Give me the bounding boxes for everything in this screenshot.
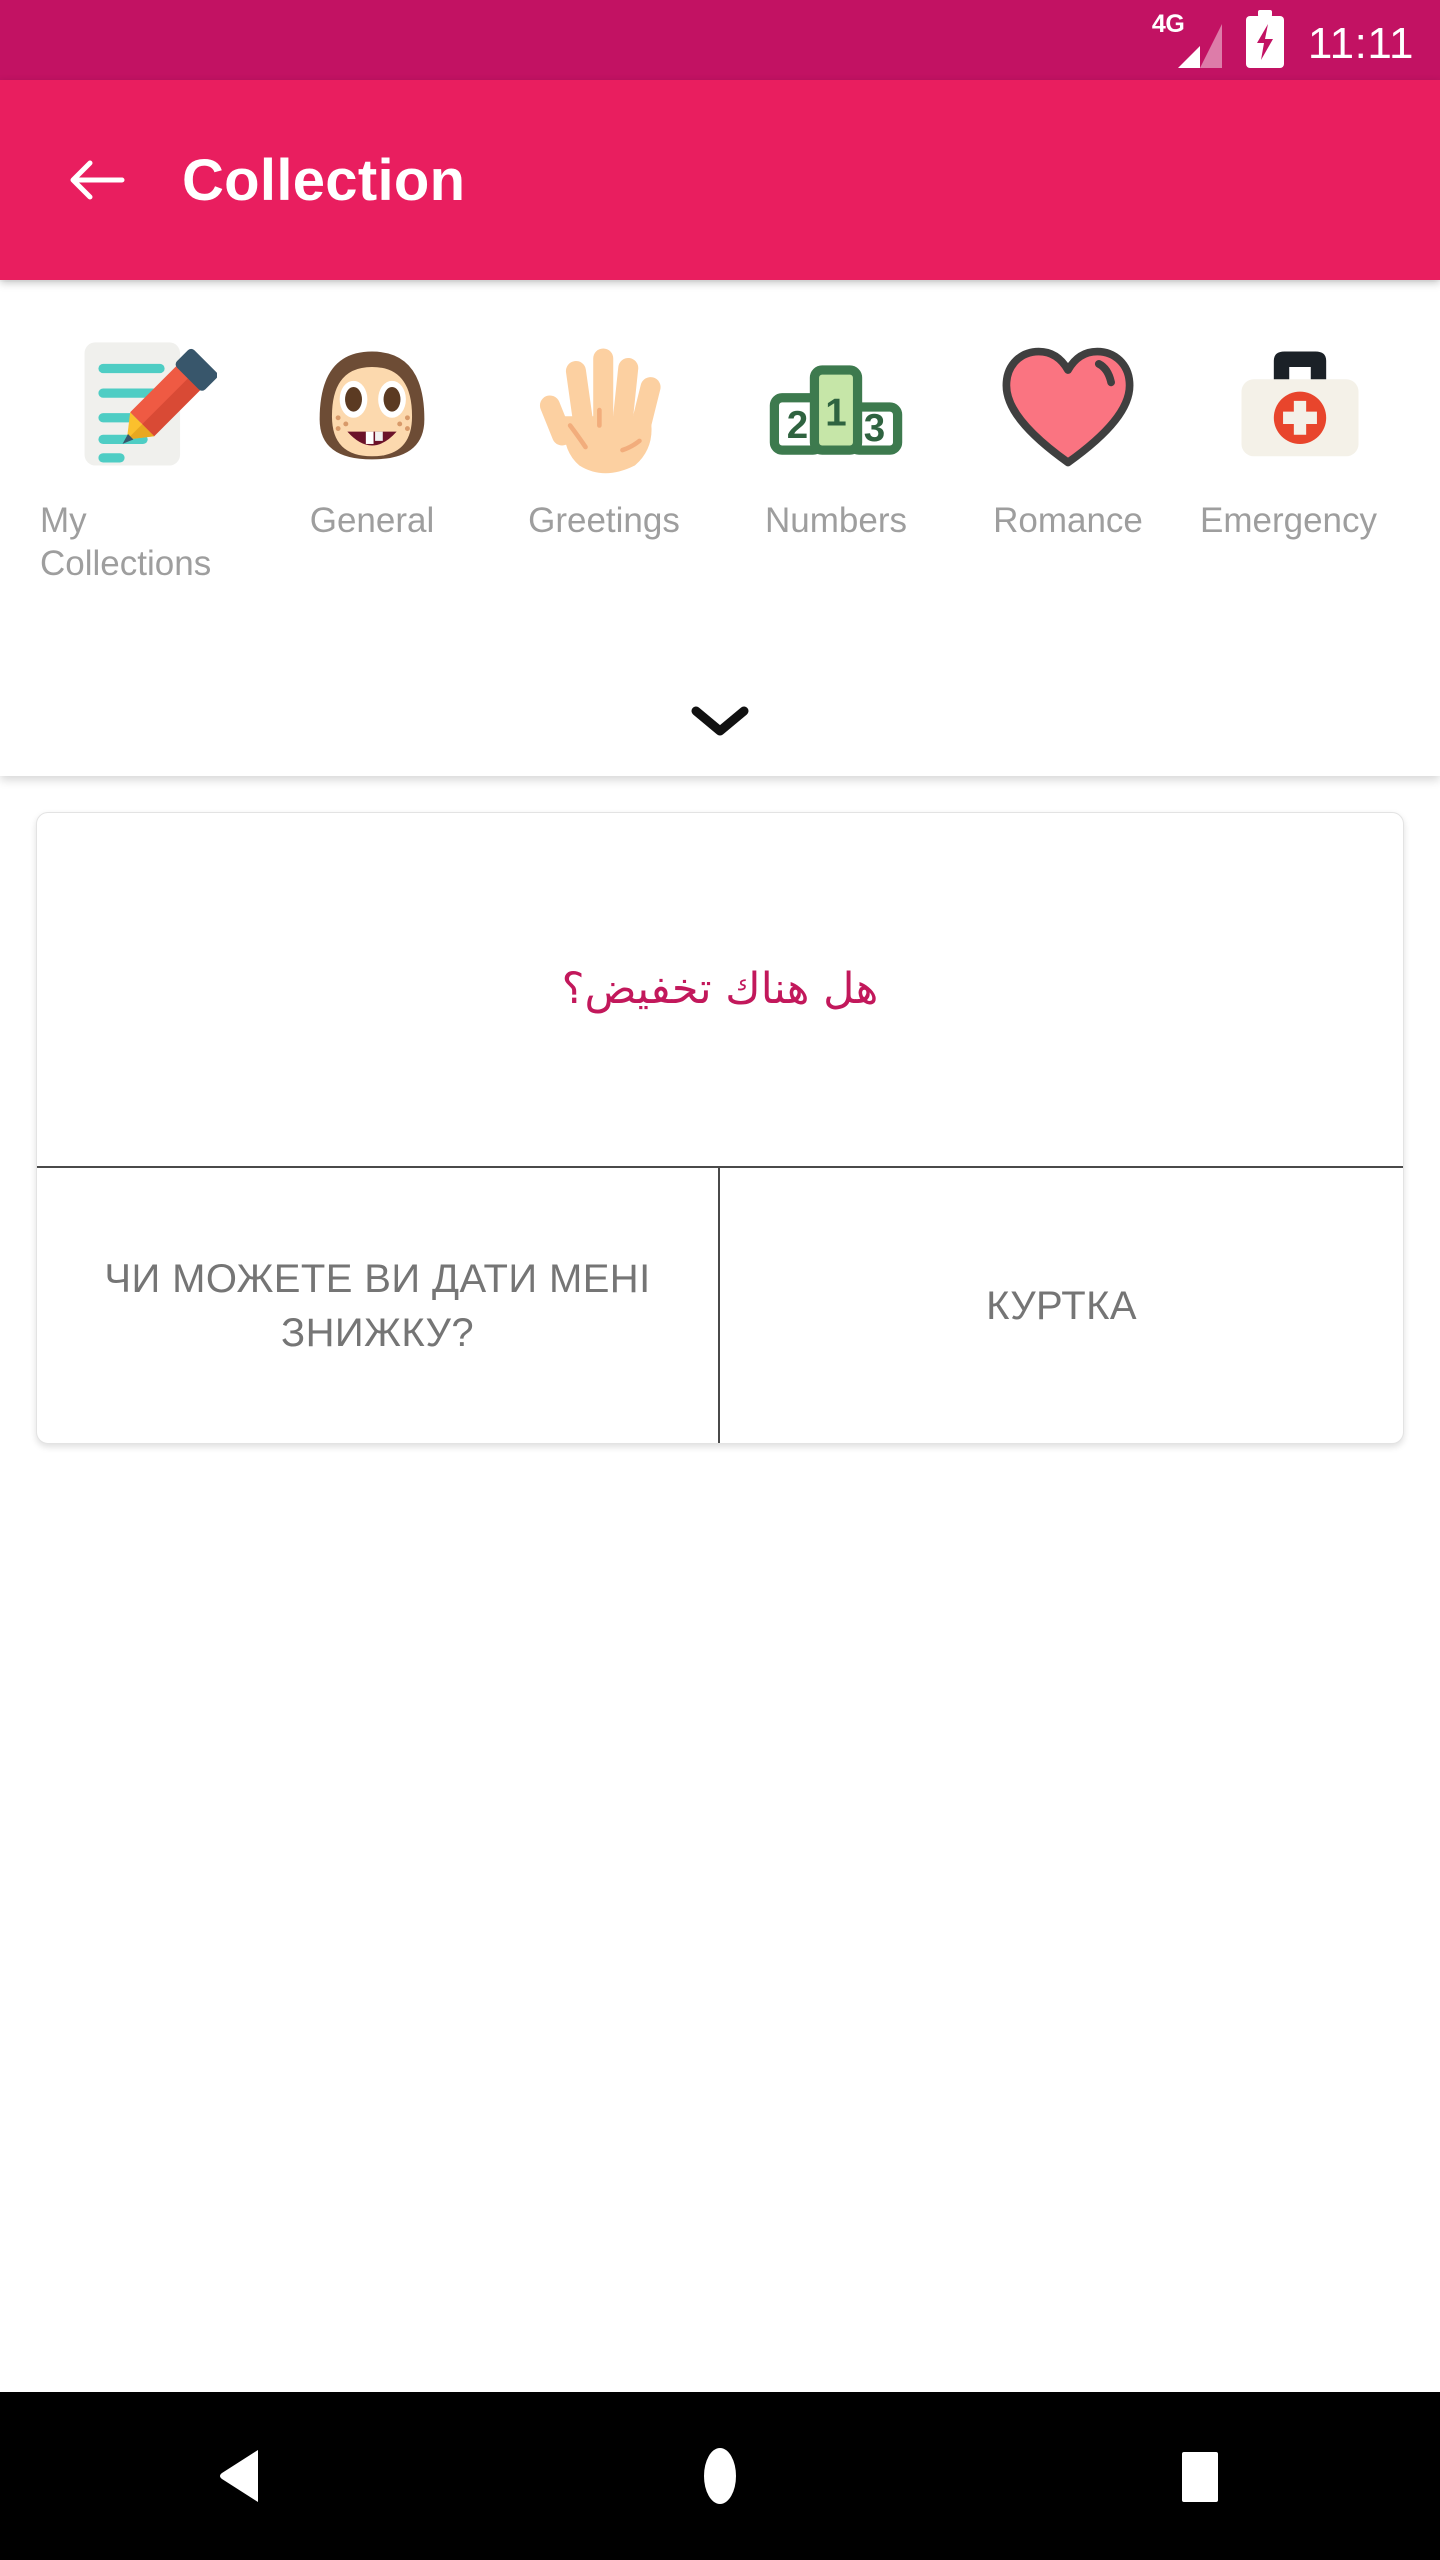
- nav-recents-square-icon: [1182, 2452, 1218, 2502]
- category-item-general[interactable]: General: [256, 330, 488, 543]
- category-item-greetings[interactable]: Greetings: [488, 330, 720, 543]
- raised-hand-icon: [527, 330, 681, 484]
- category-label: Numbers: [765, 501, 907, 540]
- category-label: Emergency: [1200, 501, 1378, 540]
- nav-recents-button[interactable]: [1110, 2416, 1290, 2536]
- nav-home-button[interactable]: [630, 2416, 810, 2536]
- category-label: Greetings: [528, 501, 680, 540]
- back-arrow-icon: [70, 160, 125, 200]
- signal-bars-icon: 4G: [1150, 12, 1222, 68]
- phrase-translation-row: ЧИ МОЖЕТЕ ВИ ДАТИ МЕНІ ЗНИЖКУ? КУРТКА: [37, 1166, 1403, 1443]
- heart-icon: [991, 330, 1145, 484]
- category-label: My Collections: [40, 501, 212, 583]
- signal-triangle-icon: [1177, 24, 1222, 68]
- category-panel: My Collections General Greetings 2 1 3 N…: [0, 282, 1440, 776]
- translation-text-right: КУРТКА: [986, 1284, 1137, 1328]
- girl-face-icon: [295, 330, 449, 484]
- android-navigation-bar: [0, 2392, 1440, 2560]
- status-bar-clock: 11:11: [1307, 19, 1414, 68]
- memo-pencil-icon: [63, 330, 217, 484]
- page-title: Collection: [182, 147, 466, 213]
- chevron-down-icon: [691, 706, 749, 736]
- first-aid-kit-icon: [1223, 330, 1377, 484]
- category-label: General: [309, 501, 435, 540]
- category-item-numbers[interactable]: 2 1 3 Numbers: [720, 330, 952, 543]
- translation-text-left: ЧИ МОЖЕТЕ ВИ ДАТИ МЕНІ ЗНИЖКУ?: [104, 1257, 651, 1355]
- status-bar-icons: 4G 11:11: [1150, 0, 1414, 80]
- podium-123-icon: 2 1 3: [759, 330, 913, 484]
- translation-cell-left[interactable]: ЧИ МОЖЕТЕ ВИ ДАТИ МЕНІ ЗНИЖКУ?: [37, 1168, 720, 1443]
- category-item-my-collections[interactable]: My Collections: [24, 330, 256, 585]
- nav-back-button[interactable]: [150, 2416, 330, 2536]
- nav-back-triangle-icon: [220, 2450, 258, 2502]
- svg-text:1: 1: [825, 391, 846, 434]
- expand-categories-button[interactable]: [0, 666, 1440, 776]
- nav-home-circle-icon: [704, 2448, 736, 2504]
- app-root: 4G 11:11 Collection My Collections Gener…: [0, 0, 1440, 2560]
- svg-text:2: 2: [787, 404, 808, 447]
- status-bar: 4G 11:11: [0, 0, 1440, 80]
- battery-charging-icon: [1244, 10, 1286, 68]
- category-row: My Collections General Greetings 2 1 3 N…: [0, 282, 1440, 585]
- phrase-source-area[interactable]: هل هناك تخفيض؟: [37, 813, 1403, 1166]
- translation-cell-right[interactable]: КУРТКА: [720, 1168, 1403, 1443]
- svg-text:3: 3: [864, 407, 885, 450]
- back-button[interactable]: [46, 130, 146, 230]
- phrase-source-text: هل هناك تخفيض؟: [561, 964, 879, 1015]
- category-label: Romance: [993, 501, 1143, 540]
- category-item-romance[interactable]: Romance: [952, 330, 1184, 543]
- category-item-emergency[interactable]: Emergency: [1184, 330, 1416, 543]
- app-bar: Collection: [0, 80, 1440, 280]
- phrase-card[interactable]: هل هناك تخفيض؟ ЧИ МОЖЕТЕ ВИ ДАТИ МЕНІ ЗН…: [36, 812, 1404, 1444]
